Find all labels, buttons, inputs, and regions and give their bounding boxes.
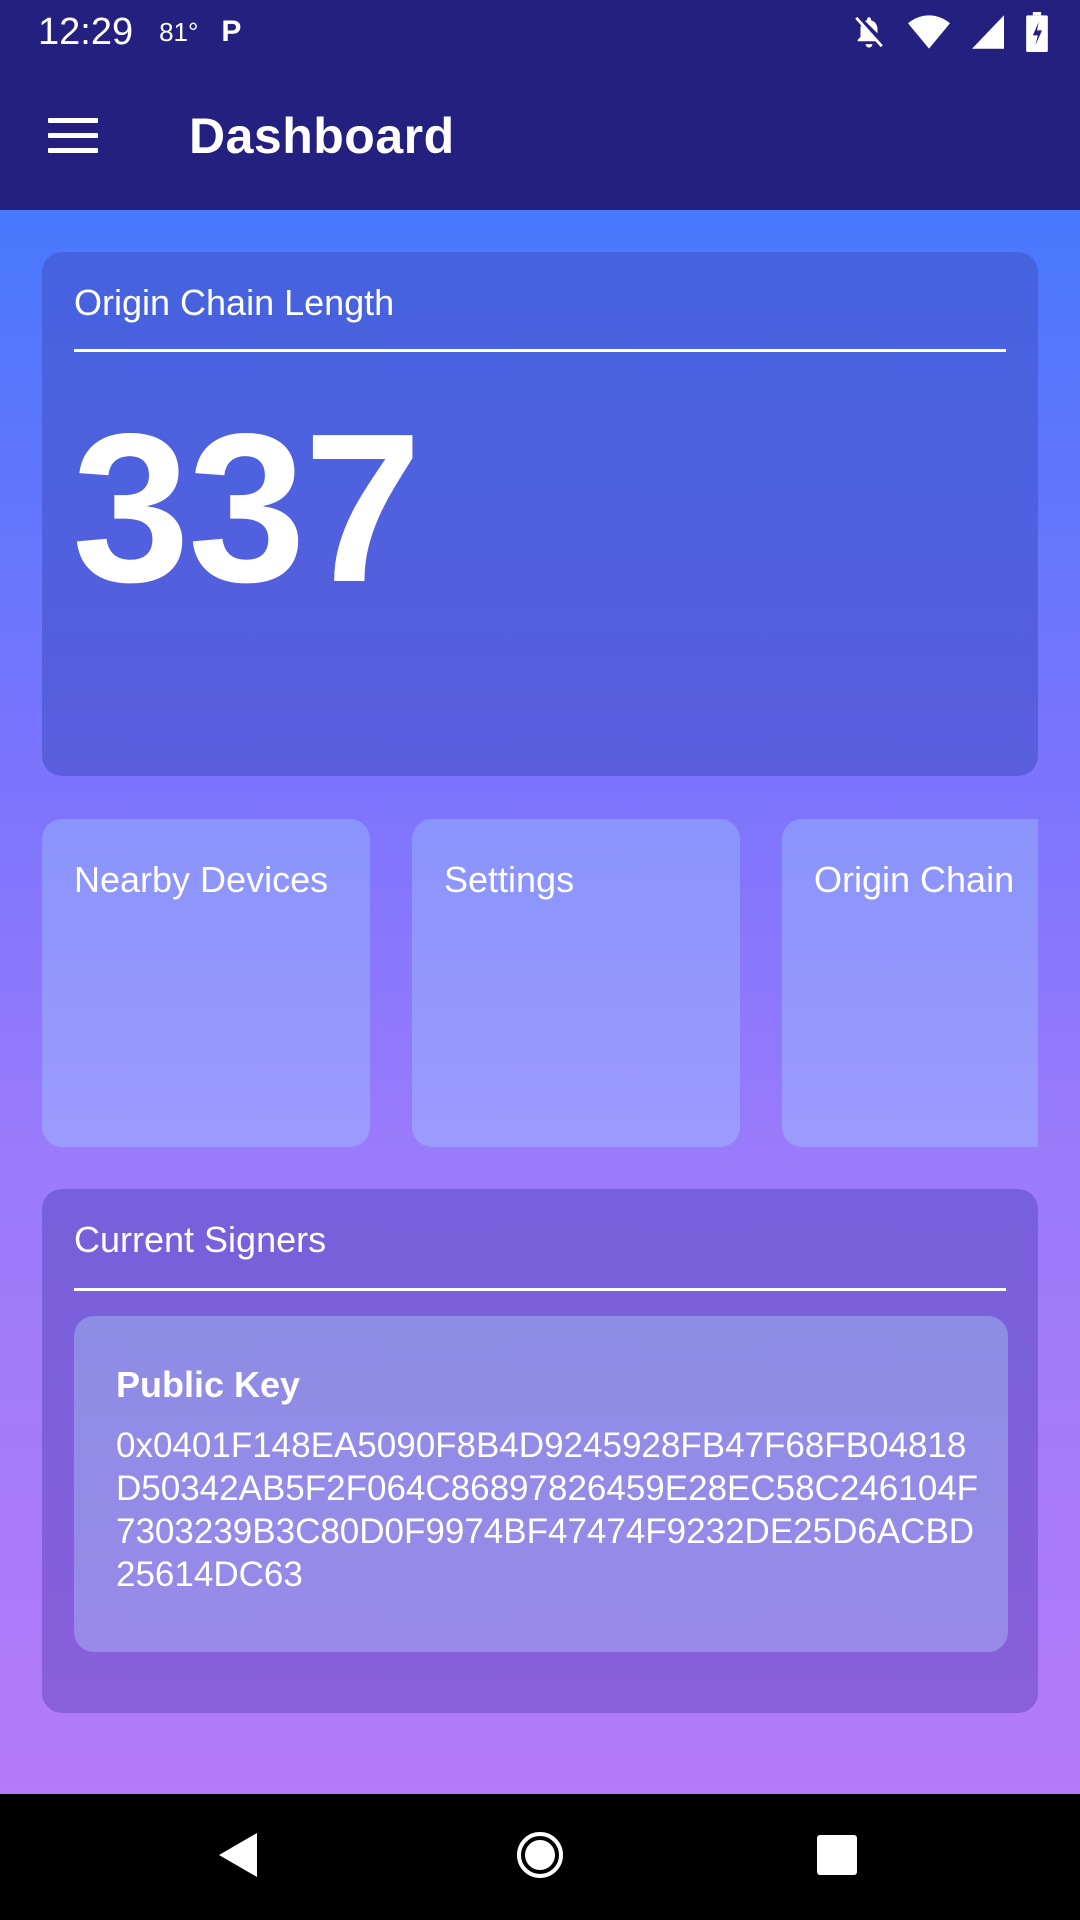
recents-button[interactable]	[802, 1824, 872, 1890]
tile-label: Origin Chain	[814, 859, 1015, 900]
back-icon	[217, 1831, 259, 1884]
wifi-icon	[908, 15, 950, 49]
tile-label: Settings	[444, 859, 575, 900]
status-left: 12:29 81° P	[38, 8, 244, 56]
notifications-off-icon	[852, 13, 886, 51]
status-temperature: 81°	[159, 16, 199, 47]
signer-item[interactable]: Public Key 0x0401F148EA5090F8B4D9245928F…	[74, 1316, 1008, 1652]
status-right	[852, 10, 1048, 54]
public-key-label: Public Key	[116, 1364, 301, 1405]
menu-button[interactable]	[30, 103, 116, 169]
parking-app-icon: P	[221, 15, 242, 48]
divider	[74, 349, 1006, 352]
navigation-bar	[0, 1794, 1080, 1920]
dashboard-content[interactable]: Origin Chain Length 337 Nearby Devices S…	[0, 210, 1080, 1794]
origin-chain-tile[interactable]: Origin Chain	[782, 819, 1038, 1147]
current-signers-card: Current Signers Public Key 0x0401F148EA5…	[42, 1189, 1038, 1713]
status-bar: 12:29 81° P	[0, 0, 1080, 63]
card-heading: Origin Chain Length	[74, 282, 395, 323]
chain-length-value: 337	[72, 389, 422, 626]
origin-chain-length-card: Origin Chain Length 337	[42, 252, 1038, 776]
status-time: 12:29	[38, 10, 134, 53]
app-bar: Dashboard	[0, 63, 1080, 210]
page-title: Dashboard	[189, 108, 455, 164]
nearby-devices-tile[interactable]: Nearby Devices	[42, 819, 370, 1147]
battery-icon	[1026, 12, 1048, 52]
home-icon	[515, 1830, 565, 1885]
divider	[74, 1288, 1006, 1291]
back-button[interactable]	[203, 1824, 273, 1890]
cell-signal-icon	[972, 15, 1004, 49]
settings-tile[interactable]: Settings	[412, 819, 740, 1147]
card-heading: Current Signers	[74, 1219, 327, 1260]
recents-icon	[816, 1834, 858, 1881]
home-button[interactable]	[505, 1824, 575, 1890]
tile-label: Nearby Devices	[74, 859, 329, 900]
hamburger-menu-icon	[48, 118, 98, 154]
public-key-value: 0x0401F148EA5090F8B4D9245928FB47F68FB048…	[116, 1426, 979, 1594]
